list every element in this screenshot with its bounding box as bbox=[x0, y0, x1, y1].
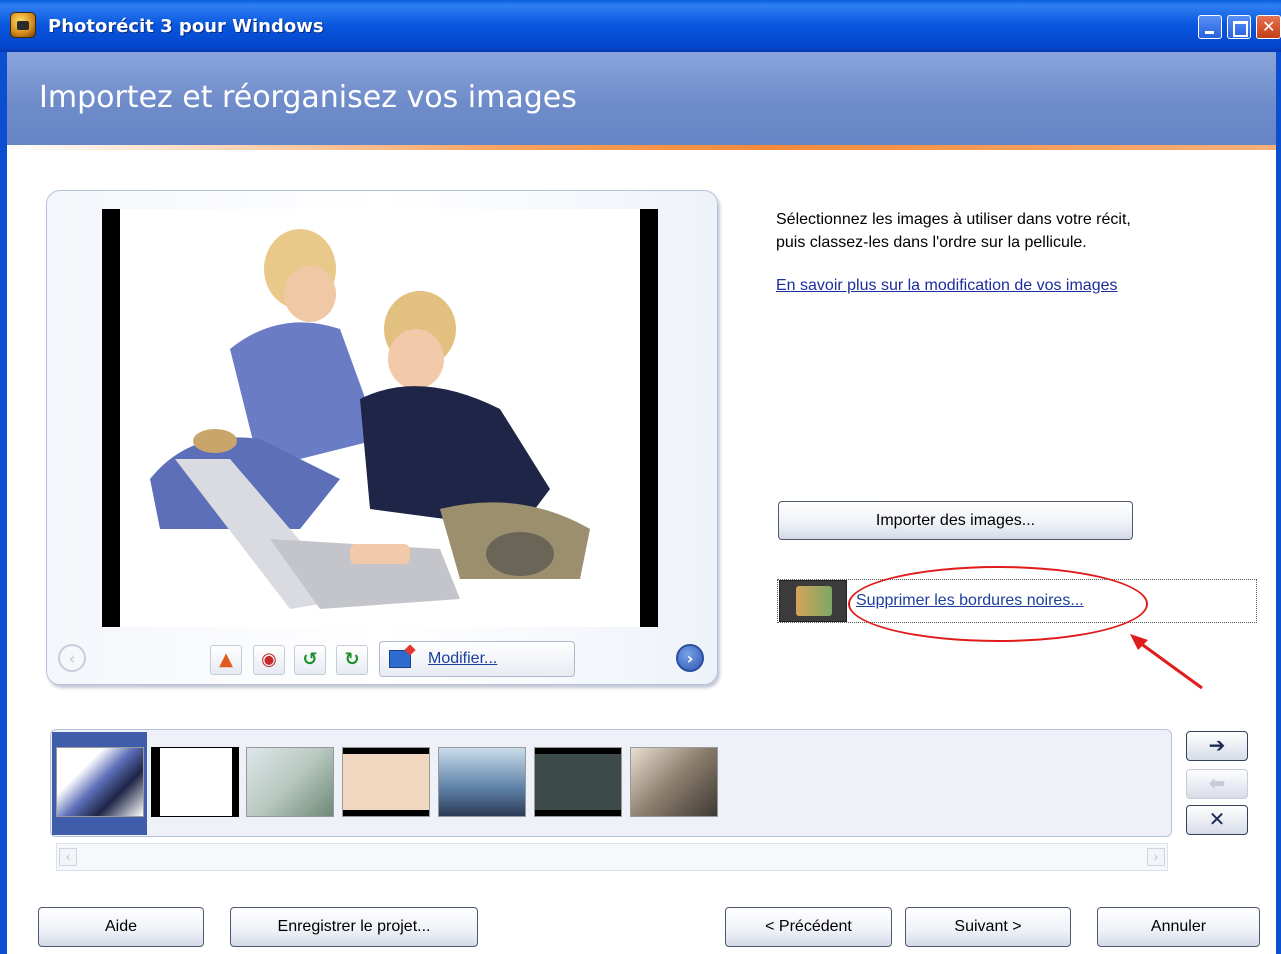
filmstrip-thumbnail[interactable] bbox=[630, 747, 718, 817]
annotation-arrow-icon bbox=[1130, 634, 1203, 690]
edit-image-icon bbox=[389, 650, 411, 668]
rotate-left-icon: ↺ bbox=[302, 649, 318, 670]
close-button[interactable] bbox=[1256, 15, 1281, 39]
instructions-line-1: Sélectionnez les images à utiliser dans … bbox=[776, 211, 1131, 228]
filmstrip-scrollbar[interactable]: ‹ › bbox=[56, 843, 1168, 871]
scroll-right-icon[interactable]: › bbox=[1147, 848, 1165, 866]
instructions-text: Sélectionnez les images à utiliser dans … bbox=[776, 208, 1256, 254]
save-project-button[interactable]: Enregistrer le projet... bbox=[230, 907, 478, 947]
import-images-button[interactable]: Importer des images... bbox=[778, 501, 1133, 540]
red-eye-button[interactable]: ◉ bbox=[253, 645, 285, 675]
color-levels-icon: ▲ bbox=[219, 649, 233, 670]
modify-label: Modifier... bbox=[428, 650, 498, 667]
photo-story-app-icon bbox=[10, 12, 36, 38]
filmstrip-thumbnail[interactable] bbox=[534, 747, 622, 817]
move-left-button[interactable]: ⬅ bbox=[1186, 769, 1248, 799]
filmstrip-thumbnail[interactable] bbox=[151, 747, 239, 817]
preview-photo-illustration bbox=[120, 209, 640, 627]
next-button[interactable]: Suivant > bbox=[905, 907, 1071, 947]
next-image-button[interactable]: › bbox=[676, 644, 704, 672]
filmstrip-thumbnail[interactable] bbox=[342, 747, 430, 817]
filmstrip-thumbnail[interactable] bbox=[56, 747, 144, 817]
page-heading: Importez et réorganisez vos images bbox=[39, 80, 577, 115]
window-frame-right bbox=[1276, 52, 1281, 954]
maximize-button[interactable] bbox=[1227, 15, 1251, 39]
annotation-highlight-ellipse bbox=[848, 566, 1148, 642]
cancel-button[interactable]: Annuler bbox=[1097, 907, 1260, 947]
rotate-right-button[interactable]: ↻ bbox=[336, 645, 368, 675]
header-banner: Importez et réorganisez vos images bbox=[7, 52, 1276, 145]
scroll-left-icon[interactable]: ‹ bbox=[59, 848, 77, 866]
window-frame-left bbox=[0, 52, 7, 954]
remove-borders-thumbnail bbox=[779, 580, 847, 622]
minimize-button[interactable] bbox=[1198, 15, 1222, 39]
previous-image-button[interactable]: ‹ bbox=[58, 644, 86, 672]
preview-image bbox=[120, 209, 640, 627]
filmstrip-thumbnail[interactable] bbox=[438, 747, 526, 817]
instructions-line-2: puis classez-les dans l'ordre sur la pel… bbox=[776, 234, 1087, 251]
filmstrip-thumbnail[interactable] bbox=[246, 747, 334, 817]
delete-image-button[interactable]: ✕ bbox=[1186, 805, 1248, 835]
auto-correct-color-button[interactable]: ▲ bbox=[210, 645, 242, 675]
title-bar: Photorécit 3 pour Windows bbox=[0, 0, 1281, 52]
previous-button[interactable]: < Précédent bbox=[725, 907, 892, 947]
rotate-right-icon: ↻ bbox=[344, 649, 360, 670]
learn-more-link[interactable]: En savoir plus sur la modification de vo… bbox=[776, 277, 1118, 295]
red-eye-icon: ◉ bbox=[261, 649, 277, 670]
move-right-button[interactable]: ➔ bbox=[1186, 731, 1248, 761]
modify-button[interactable]: Modifier... bbox=[379, 641, 575, 677]
help-button[interactable]: Aide bbox=[38, 907, 204, 947]
window-title: Photorécit 3 pour Windows bbox=[48, 16, 324, 37]
rotate-left-button[interactable]: ↺ bbox=[294, 645, 326, 675]
